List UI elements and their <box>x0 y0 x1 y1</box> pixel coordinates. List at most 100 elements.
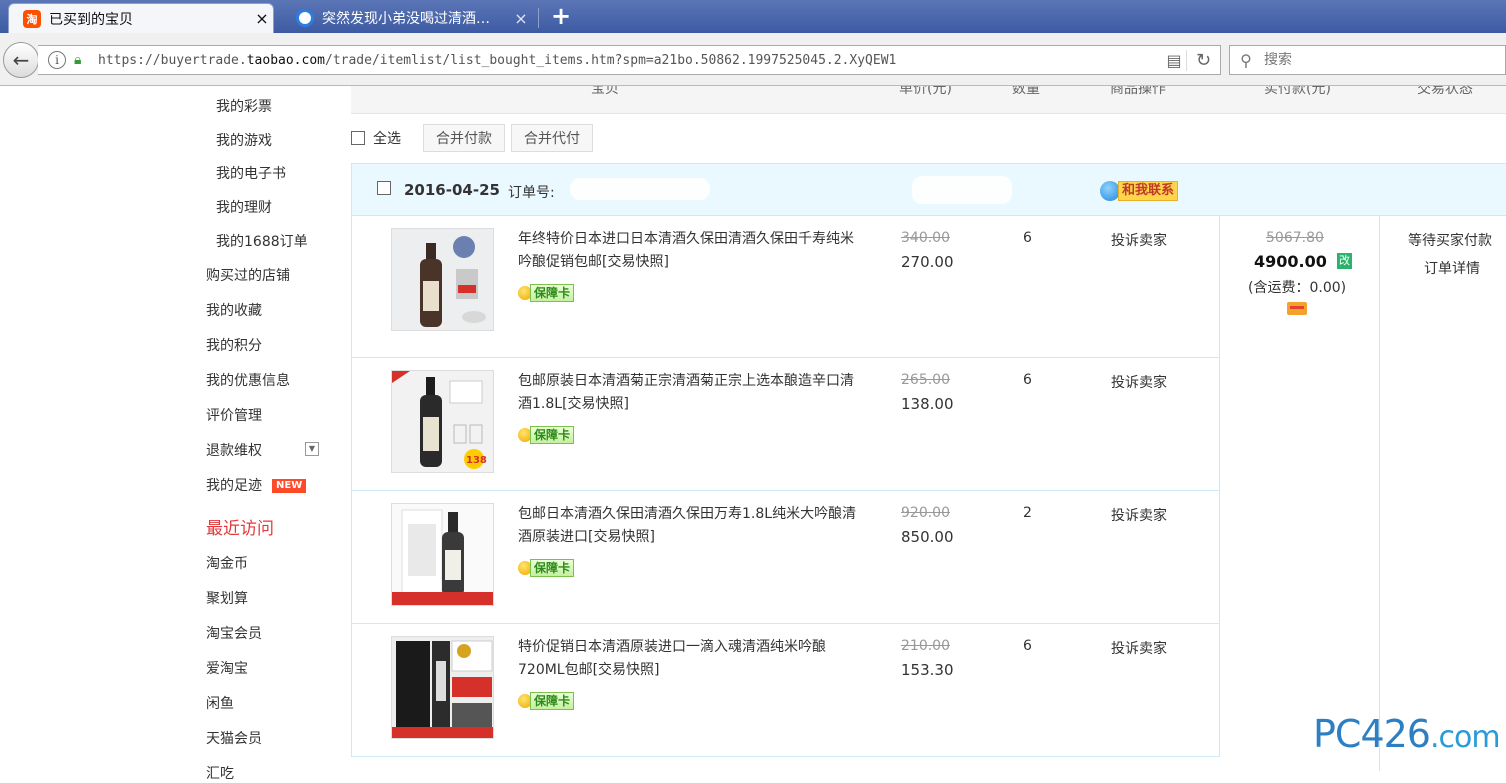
chevron-down-icon[interactable]: ▼ <box>305 442 319 456</box>
product-title[interactable]: 年终特价日本进口日本清酒久保田清酒久保田千寿纯米吟酿促销包邮[交易快照] <box>518 228 858 274</box>
guarantee-label: 保障卡 <box>530 284 575 302</box>
info-icon[interactable]: i <box>48 51 66 69</box>
shipping-fee: (含运费：0.00) <box>1248 280 1347 296</box>
sidebar-item-lottery[interactable]: 我的彩票 <box>216 96 272 116</box>
recent-visits-heading: 最近访问 <box>206 519 274 539</box>
col-quantity: 数量 <box>1012 86 1040 97</box>
product-image[interactable] <box>391 228 494 331</box>
order-item: 包邮日本清酒久保田清酒久保田万寿1.8L纯米大吟酿清酒原装进口[交易快照] 保障… <box>352 491 1220 624</box>
lock-icon[interactable]: 🔒︎ <box>74 52 88 68</box>
sidebar-item-points[interactable]: 我的积分 <box>206 335 262 355</box>
complain-seller-link[interactable]: 投诉卖家 <box>1111 505 1167 525</box>
recent-item-xianyu[interactable]: 闲鱼 <box>206 693 234 713</box>
payment-column: 5067.80 4900.00 改 (含运费：0.00) <box>1220 216 1380 771</box>
guarantee-badge[interactable]: 保障卡 <box>518 426 575 444</box>
quantity: 6 <box>1023 638 1032 654</box>
order-items: 年终特价日本进口日本清酒久保田清酒久保田千寿纯米吟酿促销包邮[交易快照] 保障卡… <box>351 216 1220 757</box>
watermark-main: PC426 <box>1313 712 1431 756</box>
column-header: 宝贝 单价(元) 数量 商品操作 实付款(元) 交易状态 <box>351 86 1506 114</box>
quantity: 6 <box>1023 372 1032 388</box>
recent-item-aitaobao[interactable]: 爱淘宝 <box>206 658 248 678</box>
recent-item-huichi[interactable]: 汇吃 <box>206 763 234 783</box>
close-tab-icon[interactable]: × <box>251 9 273 28</box>
arrow-left-icon: ← <box>12 48 30 72</box>
paid-total: 4900.00 <box>1254 252 1327 271</box>
status-column: 等待买家付款 订单详情 <box>1380 216 1506 771</box>
tab-bar: 淘 已买到的宝贝 × 突然发现小弟没喝过清酒… × + <box>0 0 1506 33</box>
select-all-checkbox[interactable] <box>351 131 365 145</box>
sidebar-item-games[interactable]: 我的游戏 <box>216 130 272 150</box>
tab-title: 突然发现小弟没喝过清酒… <box>322 11 490 27</box>
order-status: 等待买家付款 <box>1408 233 1492 249</box>
col-status: 交易状态 <box>1417 86 1473 97</box>
search-input[interactable] <box>1262 51 1482 69</box>
quantity: 2 <box>1023 505 1032 521</box>
order-item: 特价促销日本清酒原装进口一滴入魂清酒纯米吟酿720ML包邮[交易快照] 保障卡 … <box>352 624 1220 757</box>
order-checkbox[interactable] <box>377 181 391 195</box>
order-details-link[interactable]: 订单详情 <box>1424 258 1480 278</box>
close-tab-icon[interactable]: × <box>510 9 532 28</box>
reader-view-icon[interactable]: ▤ <box>1162 51 1186 70</box>
redacted-seller-name <box>912 176 1012 204</box>
sidebar-item-footprints[interactable]: 我的足迹 NEW <box>206 475 307 495</box>
order-number-label: 订单号: <box>508 185 555 201</box>
modify-price-icon[interactable]: 改 <box>1337 253 1352 269</box>
url-domain: taobao.com <box>246 52 325 68</box>
unit-price: 138.00 <box>901 395 954 413</box>
url-path: /trade/itemlist/list_bought_items.htm?sp… <box>325 52 897 68</box>
sidebar-item-favorites[interactable]: 我的收藏 <box>206 300 262 320</box>
svg-text:138: 138 <box>466 455 487 466</box>
product-title[interactable]: 特价促销日本清酒原装进口一滴入魂清酒纯米吟酿720ML包邮[交易快照] <box>518 636 858 682</box>
product-title[interactable]: 包邮日本清酒久保田清酒久保田万寿1.8L纯米大吟酿清酒原装进口[交易快照] <box>518 503 858 549</box>
sidebar-item-coupons[interactable]: 我的优惠信息 <box>206 370 290 390</box>
merge-pay-button[interactable]: 合并付款 <box>423 124 505 152</box>
address-bar[interactable]: i 🔒︎ https://buyertrade.taobao.com/trade… <box>38 45 1221 75</box>
search-box[interactable]: ⚲ <box>1229 45 1506 75</box>
recent-item-member[interactable]: 淘宝会员 <box>206 623 262 643</box>
recent-item-tmall-member[interactable]: 天猫会员 <box>206 728 262 748</box>
sidebar-item-1688-orders[interactable]: 我的1688订单 <box>216 231 308 251</box>
guarantee-badge[interactable]: 保障卡 <box>518 559 575 577</box>
site-watermark: PC426.com <box>1313 712 1501 756</box>
sidebar-item-refunds[interactable]: 退款维权 <box>206 440 262 460</box>
guarantee-label: 保障卡 <box>530 426 575 444</box>
guarantee-badge[interactable]: 保障卡 <box>518 692 575 710</box>
guarantee-badge[interactable]: 保障卡 <box>518 284 575 302</box>
redacted-order-number <box>570 178 710 200</box>
recent-item-taojinbi[interactable]: 淘金币 <box>206 553 248 573</box>
order-list: 宝贝 单价(元) 数量 商品操作 实付款(元) 交易状态 全选 合并付款 合并代… <box>351 86 1506 771</box>
complain-seller-link[interactable]: 投诉卖家 <box>1111 638 1167 658</box>
contact-seller-button[interactable]: 和我联系 <box>1100 181 1179 201</box>
sidebar-item-reviews[interactable]: 评价管理 <box>206 405 262 425</box>
product-image[interactable] <box>391 636 494 739</box>
tab-sake-article[interactable]: 突然发现小弟没喝过清酒… × <box>282 3 532 33</box>
taobao-icon: 淘 <box>23 9 41 28</box>
payment-card-icon[interactable] <box>1287 302 1307 315</box>
tab-divider <box>538 8 539 28</box>
sidebar-item-shops[interactable]: 购买过的店铺 <box>206 265 290 285</box>
product-image[interactable] <box>391 503 494 606</box>
product-title[interactable]: 包邮原装日本清酒菊正宗清酒菊正宗上选本酿造辛口清酒1.8L[交易快照] <box>518 370 858 416</box>
col-paid: 实付款(元) <box>1264 86 1331 97</box>
sidebar-item-ebooks[interactable]: 我的电子书 <box>216 163 286 183</box>
recent-item-juhuasuan[interactable]: 聚划算 <box>206 588 248 608</box>
back-button[interactable]: ← <box>3 42 39 78</box>
tab-bought-items[interactable]: 淘 已买到的宝贝 × <box>8 3 274 33</box>
complain-seller-link[interactable]: 投诉卖家 <box>1111 230 1167 250</box>
sidebar-item-finance[interactable]: 我的理财 <box>216 197 272 217</box>
url-text[interactable]: https://buyertrade.taobao.com/trade/item… <box>98 53 1162 68</box>
reload-icon[interactable]: ↻ <box>1186 49 1220 71</box>
col-item-actions: 商品操作 <box>1110 86 1166 97</box>
original-price: 920.00 <box>901 505 950 521</box>
merge-proxy-pay-button[interactable]: 合并代付 <box>511 124 593 152</box>
new-tab-button[interactable]: + <box>548 4 574 30</box>
select-all-label[interactable]: 全选 <box>373 128 401 148</box>
unit-price: 270.00 <box>901 253 954 271</box>
order-header: 2016-04-25 订单号: 和我联系 <box>351 163 1506 216</box>
complain-seller-link[interactable]: 投诉卖家 <box>1111 372 1167 392</box>
watermark-suffix: .com <box>1429 720 1501 755</box>
product-image[interactable]: 138 <box>391 370 494 473</box>
globe-icon <box>296 9 314 27</box>
col-item: 宝贝 <box>591 86 619 97</box>
order-item: 年终特价日本进口日本清酒久保田清酒久保田千寿纯米吟酿促销包邮[交易快照] 保障卡… <box>352 216 1220 358</box>
